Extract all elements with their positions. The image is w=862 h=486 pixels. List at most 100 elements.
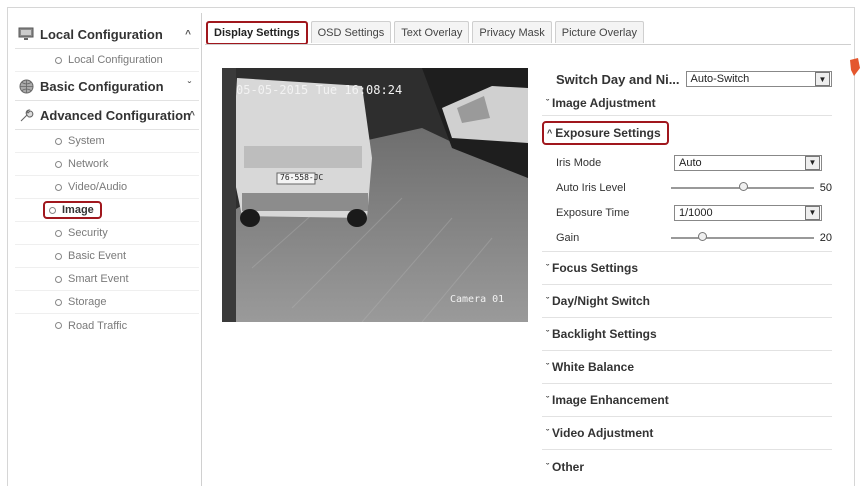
exposure-time-label: Exposure Time: [556, 206, 630, 219]
sidebar-item-local-configuration[interactable]: Local Configuration: [15, 49, 199, 72]
sidebar-basic-configuration[interactable]: Basic Configuration ˇ: [15, 72, 199, 101]
gain-slider[interactable]: [671, 232, 814, 241]
iris-mode-row: Iris Mode Auto ▼: [542, 150, 832, 175]
sidebar-basic-label: Basic Configuration: [40, 78, 164, 94]
exposure-time-select[interactable]: 1/1000 ▼: [674, 204, 822, 221]
monitor-icon: [18, 26, 34, 42]
sidebar-item-video-audio[interactable]: Video/Audio: [15, 176, 199, 199]
section-title: Image Adjustment: [552, 95, 656, 110]
section-title: Other: [552, 459, 585, 474]
sidebar: Local Configuration ^ Local Configuratio…: [15, 20, 199, 337]
sidebar-item-label: System: [68, 135, 105, 147]
chevron-down-icon: ˇ: [546, 461, 549, 472]
sidebar-item-label: Network: [68, 158, 109, 170]
section-image-adjustment[interactable]: ˇ Image Adjustment: [542, 90, 832, 116]
section-title: Image Enhancement: [552, 393, 669, 407]
section-image-enhancement[interactable]: ˇ Image Enhancement: [542, 384, 832, 417]
tab-privacy-mask[interactable]: Privacy Mask: [472, 21, 552, 43]
bullet-icon: [55, 322, 62, 329]
chevron-down-icon: ˇ: [546, 428, 549, 438]
section-exposure-settings[interactable]: ^ Exposure Settings: [542, 116, 832, 150]
auto-iris-level-row: Auto Iris Level 50: [542, 175, 832, 200]
chevron-down-icon: ˇ: [546, 329, 549, 339]
dropdown-arrow-icon: ▼: [815, 72, 830, 86]
section-other[interactable]: ˇ Other: [542, 450, 832, 483]
sidebar-item-road-traffic[interactable]: Road Traffic: [15, 314, 199, 337]
sidebar-local-configuration[interactable]: Local Configuration ^: [15, 20, 199, 49]
chevron-down-icon: ˇ: [546, 97, 549, 108]
select-value: Auto: [679, 156, 702, 169]
bullet-icon: [55, 183, 62, 191]
slider-handle[interactable]: [739, 181, 749, 191]
bullet-icon: [55, 275, 62, 283]
chevron-down-icon: ˇ: [546, 263, 549, 273]
section-white-balance[interactable]: ˇ White Balance: [542, 351, 832, 384]
sidebar-item-label: Image: [62, 204, 94, 216]
chevron-up-icon[interactable]: ^: [185, 29, 191, 40]
iris-mode-label: Iris Mode: [556, 156, 602, 169]
switch-day-night-select[interactable]: Auto-Switch ▼: [685, 71, 832, 87]
live-video-preview: 05-05-2015 Tue 16:08:24 Camera 01 76-558…: [222, 68, 528, 322]
section-day-night-switch[interactable]: ˇ Day/Night Switch: [542, 285, 832, 318]
bullet-icon: [55, 56, 62, 64]
select-value: Auto-Switch: [690, 73, 750, 85]
section-title: White Balance: [552, 360, 635, 374]
section-title: Backlight Settings: [552, 327, 657, 341]
sidebar-item-system[interactable]: System: [15, 130, 199, 153]
chevron-down-icon: ˇ: [546, 395, 549, 405]
auto-iris-level-slider[interactable]: [671, 181, 814, 191]
sidebar-advanced-configuration[interactable]: Advanced Configuration ^: [15, 101, 199, 130]
section-title: Exposure Settings: [555, 126, 661, 140]
sidebar-local-label: Local Configuration: [40, 26, 163, 42]
tab-picture-overlay[interactable]: Picture Overlay: [554, 21, 644, 43]
sidebar-item-smart-event[interactable]: Smart Event: [15, 268, 199, 291]
section-title: Day/Night Switch: [552, 294, 651, 308]
tab-text-overlay[interactable]: Text Overlay: [394, 21, 470, 43]
sidebar-item-label: Smart Event: [68, 273, 129, 285]
section-backlight-settings[interactable]: ˇ Backlight Settings: [542, 318, 832, 351]
bullet-icon: [55, 229, 62, 237]
dropdown-arrow-icon: ▼: [805, 205, 820, 220]
edge-accent-icon: [850, 58, 860, 76]
chevron-down-icon: ˇ: [546, 362, 549, 372]
chevron-down-icon[interactable]: ˇ: [188, 81, 191, 92]
sidebar-item-label: Storage: [68, 296, 107, 308]
sidebar-item-network[interactable]: Network: [15, 153, 199, 176]
license-plate-text: 76-558-JC: [280, 173, 324, 182]
auto-iris-level-value: 50: [819, 181, 832, 194]
gain-value: 20: [819, 232, 832, 244]
gain-label: Gain: [556, 232, 580, 244]
chevron-up-icon[interactable]: ^: [189, 110, 195, 121]
sidebar-item-storage[interactable]: Storage: [15, 291, 199, 314]
bullet-icon: [55, 160, 62, 168]
tab-osd-settings[interactable]: OSD Settings: [310, 21, 392, 43]
slider-handle[interactable]: [698, 232, 708, 241]
chevron-down-icon: ˇ: [546, 296, 549, 306]
active-highlight: Image: [43, 201, 102, 219]
section-focus-settings[interactable]: ˇ Focus Settings: [542, 252, 832, 285]
sidebar-item-label: Security: [68, 227, 108, 239]
switch-day-night-label: Switch Day and Ni...: [556, 71, 680, 87]
bullet-icon: [55, 298, 62, 306]
bullet-icon: [55, 252, 62, 260]
wrench-icon: [18, 107, 34, 123]
tab-display-settings[interactable]: Display Settings: [206, 21, 308, 45]
camera-scene-image: [222, 68, 528, 322]
video-datetime-overlay: 05-05-2015 Tue 16:08:24: [236, 83, 403, 97]
active-highlight: ^ Exposure Settings: [542, 121, 669, 145]
sidebar-item-basic-event[interactable]: Basic Event: [15, 245, 199, 268]
sidebar-item-image[interactable]: Image: [15, 199, 199, 222]
iris-mode-select[interactable]: Auto ▼: [674, 154, 822, 171]
sidebar-divider: [201, 13, 202, 486]
globe-icon: [18, 78, 34, 94]
auto-iris-level-label: Auto Iris Level: [556, 181, 626, 194]
section-title: Focus Settings: [552, 261, 639, 275]
settings-panel: Switch Day and Ni... Auto-Switch ▼ ˇ Ima…: [542, 64, 832, 483]
chevron-up-icon: ^: [547, 128, 553, 138]
sidebar-item-label: Local Configuration: [68, 54, 163, 66]
sidebar-item-security[interactable]: Security: [15, 222, 199, 245]
select-value: 1/1000: [679, 206, 713, 219]
sidebar-advanced-label: Advanced Configuration: [40, 107, 191, 123]
section-title: Video Adjustment: [552, 426, 654, 440]
section-video-adjustment[interactable]: ˇ Video Adjustment: [542, 417, 832, 450]
